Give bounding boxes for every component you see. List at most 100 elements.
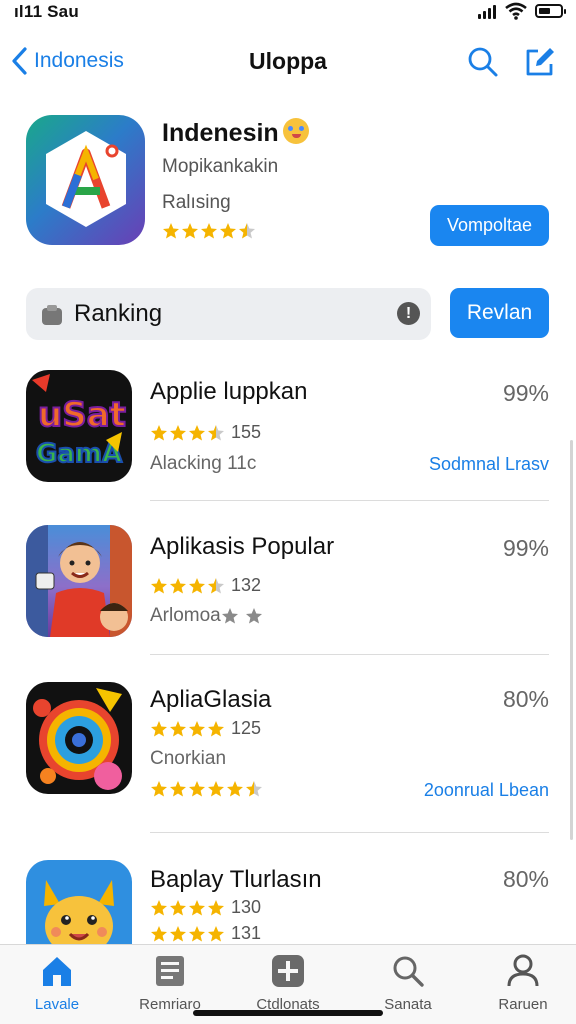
star-icon — [239, 223, 255, 239]
stars — [150, 780, 263, 798]
tab-search[interactable]: Sanata — [353, 953, 463, 1013]
star-icon — [227, 781, 243, 797]
star-icon — [151, 424, 167, 440]
app-link[interactable]: 2oonrual Lbean — [424, 780, 549, 801]
app-name: Baplay Tlurlasın — [150, 866, 322, 893]
featured-rating-label: Ralısing — [162, 192, 231, 213]
stars — [150, 925, 225, 943]
star-icon — [170, 781, 186, 797]
stars — [150, 424, 225, 442]
star-icon — [151, 577, 167, 593]
review-count: 125 — [231, 718, 262, 738]
list-item[interactable]: Aplikasis Popular 99% 132 Arlomoa — [0, 525, 576, 675]
star-icon — [170, 720, 186, 736]
ranking-label: Ranking — [74, 300, 163, 327]
plus-icon — [272, 955, 304, 987]
tab-label: Lavale — [34, 996, 80, 1013]
app-percent: 80% — [502, 866, 549, 892]
home-indicator[interactable] — [193, 1010, 383, 1016]
status-time: ıl11 Sau — [14, 2, 79, 21]
app-percent: 80% — [502, 686, 549, 712]
scroll-indicator[interactable] — [570, 440, 573, 840]
app-percent: 99% — [502, 380, 549, 406]
wifi-icon — [505, 2, 527, 20]
search-icon[interactable] — [467, 46, 499, 78]
star-icon — [208, 899, 224, 915]
star-icon — [189, 899, 205, 915]
divider — [150, 500, 549, 501]
list-item[interactable]: uSat GamA Applie luppkan 99% 155 Alackin… — [0, 370, 576, 520]
ranking-search-field[interactable]: Ranking ! — [26, 288, 431, 340]
app-name: Aplikasis Popular — [150, 533, 335, 560]
star-icon — [151, 781, 167, 797]
star-icon — [246, 781, 262, 797]
list-item[interactable]: Baplay Tlurlasın 80% 130 131 — [0, 860, 576, 944]
list-item[interactable]: ApliaGlasia 80% 125 Cnorkian 2oonrual Lb… — [0, 680, 576, 833]
app-star-rating: 132 — [150, 575, 261, 596]
compose-icon[interactable] — [524, 46, 556, 78]
review-button[interactable]: Revlan — [450, 288, 549, 338]
featured-app-icon[interactable] — [26, 115, 145, 245]
app-subtitle: Arlomoa — [150, 605, 221, 626]
cartoon-boy-icon — [26, 525, 132, 637]
featured-app-subtitle: Mopikankakin — [162, 156, 279, 177]
tag-icon — [42, 305, 62, 325]
app-name: Applie luppkan — [150, 378, 308, 405]
star-icon — [170, 899, 186, 915]
featured-app-title: Indenesin — [162, 118, 309, 148]
stars — [150, 720, 225, 738]
svg-text:GamA: GamA — [36, 439, 122, 469]
star-icon — [189, 925, 205, 941]
tab-home[interactable]: Lavale — [2, 953, 112, 1013]
info-icon[interactable]: ! — [397, 302, 420, 325]
star-icon — [208, 781, 224, 797]
review-count: 132 — [231, 575, 262, 595]
star-icon — [189, 577, 205, 593]
app-subtitle-row: Arlomoa — [150, 605, 263, 627]
game-logo-icon: uSat GamA — [26, 370, 132, 482]
star-icon — [189, 424, 205, 440]
tab-profile[interactable]: Raruen — [468, 953, 576, 1013]
star-icon — [208, 424, 224, 440]
star-icon — [182, 223, 198, 239]
svg-text:uSat: uSat — [38, 395, 126, 435]
featured-title-text: Indenesin — [162, 119, 279, 147]
star-icon — [208, 720, 224, 736]
review-count: 130 — [231, 897, 262, 917]
star-icon — [208, 925, 224, 941]
star-icon — [151, 720, 167, 736]
colorful-circle-icon — [26, 682, 132, 794]
star-icon — [220, 223, 236, 239]
app-star-rating-secondary: 131 — [150, 923, 261, 944]
tab-list[interactable]: Remriaro — [115, 953, 225, 1013]
navigation-bar: Indonesis Uloppa — [0, 40, 576, 86]
emoji-icon — [282, 118, 309, 144]
star-icon — [170, 577, 186, 593]
app-subtitle: Alacking 11c — [150, 453, 257, 474]
app-star-rating: 125 — [150, 718, 261, 739]
app-name: ApliaGlasia — [150, 686, 272, 713]
stars — [150, 577, 225, 595]
featured-star-rating — [162, 222, 256, 240]
battery-icon — [535, 4, 566, 18]
star-icon — [170, 424, 186, 440]
app-star-rating: 155 — [150, 422, 261, 443]
list-icon — [156, 956, 184, 986]
star-icon — [151, 899, 167, 915]
person-icon — [507, 954, 539, 987]
grey-stars-icon — [221, 608, 262, 624]
divider — [150, 832, 549, 833]
star-icon — [189, 781, 205, 797]
search-icon — [393, 956, 424, 987]
star-icon — [151, 925, 167, 941]
featured-get-button[interactable]: Vompoltae — [430, 205, 549, 246]
review-count-secondary: 131 — [231, 923, 262, 943]
star-icon — [201, 223, 217, 239]
divider — [150, 654, 549, 655]
star-icon — [170, 925, 186, 941]
app-link[interactable]: Sodmnal Lrasv — [429, 454, 549, 475]
app-star-rating: 130 — [150, 897, 261, 918]
tab-create[interactable]: Ctdlonats — [233, 953, 343, 1013]
review-count: 155 — [231, 422, 262, 442]
star-icon — [189, 720, 205, 736]
